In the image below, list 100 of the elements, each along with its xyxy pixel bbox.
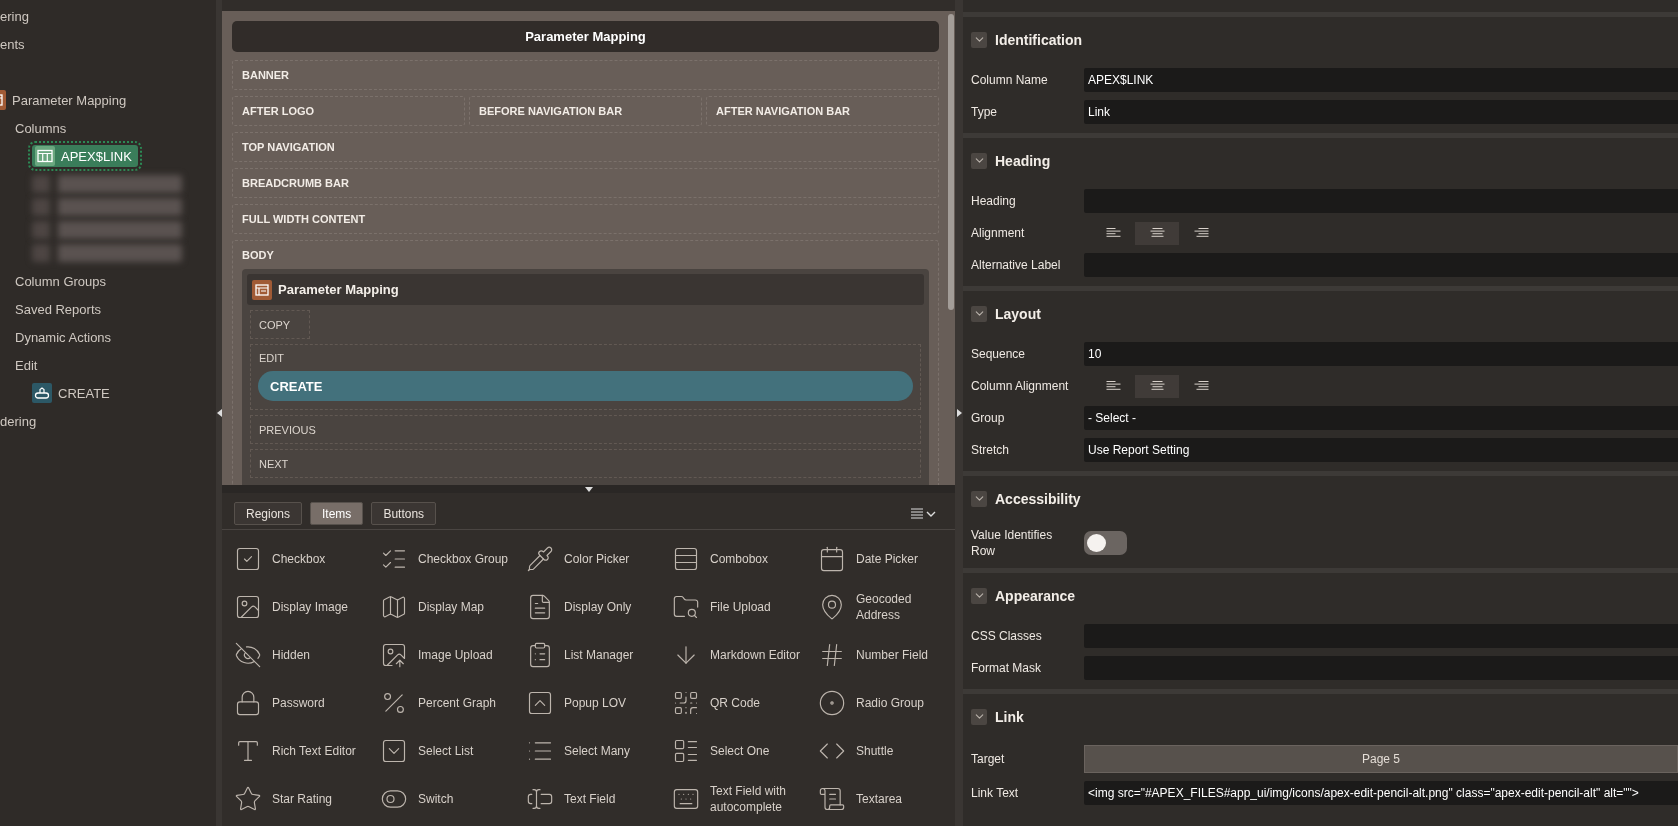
item-type-label[interactable]: Select Many <box>564 743 631 759</box>
item-type-label[interactable]: Popup LOV <box>564 695 627 711</box>
collapse-chevron-icon[interactable] <box>971 490 987 507</box>
item-type-label[interactable]: Geocoded Address <box>856 591 948 623</box>
button-position[interactable]: PREVIOUS <box>250 415 921 444</box>
align-left-icon <box>1105 228 1121 238</box>
lock-icon[interactable] <box>234 689 262 717</box>
map-icon[interactable] <box>380 593 408 621</box>
property-field[interactable]: - Select - <box>1084 406 1678 430</box>
region-card[interactable]: Parameter Mapping COPY EDIT CREATE PREVIOUS NEXT <box>242 269 929 485</box>
item-type-label[interactable]: Checkbox Group <box>418 551 509 567</box>
checkbox-icon[interactable] <box>234 545 262 573</box>
gallery-tab[interactable]: Buttons <box>371 502 437 525</box>
property-field[interactable]: Use Report Setting <box>1084 438 1678 462</box>
item-type-label[interactable]: File Upload <box>710 599 771 615</box>
item-type-label[interactable]: Display Image <box>272 599 349 615</box>
item-type-label[interactable]: Number Field <box>856 647 929 663</box>
item-type-label[interactable]: Textarea <box>856 791 903 807</box>
tree-node[interactable]: Edit <box>15 354 38 376</box>
tree-node[interactable]: dering <box>0 410 37 432</box>
item-type-label[interactable]: Select List <box>418 743 474 759</box>
property-field[interactable]: 10 <box>1084 342 1678 366</box>
item-type-label[interactable]: Select One <box>710 743 770 759</box>
body-position[interactable]: BODY Parameter Mapping COPY EDIT CREATE PREVIOUS NEXT <box>232 240 939 485</box>
alignment-option[interactable] <box>1135 221 1179 245</box>
chevron-down-box-icon[interactable] <box>380 737 408 765</box>
link-target-button[interactable]: Page 5 <box>1084 745 1678 773</box>
folder-search-icon[interactable] <box>672 593 700 621</box>
chevron-up-box-icon[interactable] <box>526 689 554 717</box>
calendar-icon[interactable] <box>818 545 846 573</box>
layout-list-icon[interactable] <box>672 737 700 765</box>
gallery-tab[interactable]: Regions <box>234 502 303 525</box>
property-field[interactable]: <img src="#APEX_FILES#app_ui/img/icons/apex-edit-pencil-alt.png" class="apex-edit-pencil-alt" alt=""> <box>1084 781 1678 805</box>
item-type-label[interactable]: Switch <box>418 791 454 807</box>
section-title: Link <box>995 708 1024 725</box>
position-label: EDIT <box>259 351 286 366</box>
qr-code-icon[interactable] <box>672 689 700 717</box>
layout-position[interactable]: BREADCRUMB BAR <box>232 168 939 198</box>
tree-node[interactable]: Saved Reports <box>15 298 101 320</box>
tree-node[interactable]: ering <box>0 5 29 27</box>
create-button[interactable]: CREATE <box>258 371 913 401</box>
image-upload-icon[interactable] <box>380 641 408 669</box>
item-type-label[interactable]: Shuttle <box>856 743 894 759</box>
property-field[interactable]: APEX$LINK <box>1084 68 1678 92</box>
item-type-label[interactable]: Text Field <box>564 791 616 807</box>
star-icon[interactable] <box>234 785 262 813</box>
layout-position[interactable]: TOP NAVIGATION <box>232 132 939 162</box>
gallery-tab[interactable]: Items <box>310 502 364 525</box>
item-type-label[interactable]: Markdown Editor <box>710 647 801 663</box>
collapse-chevron-icon[interactable] <box>971 708 987 725</box>
button-position[interactable]: COPY <box>250 310 310 339</box>
item-type-label[interactable]: Radio Group <box>856 695 925 711</box>
item-type-label[interactable]: Text Field with autocomplete <box>710 783 802 815</box>
item-type-label[interactable]: Star Rating <box>272 791 333 807</box>
section-title: Layout <box>995 305 1041 322</box>
property-field[interactable]: Link <box>1084 100 1678 124</box>
item-type-label[interactable]: Rich Text Editor <box>272 743 356 759</box>
button-position[interactable]: NEXT <box>250 449 921 478</box>
property-label: Heading <box>970 193 1017 209</box>
collapse-chevron-icon[interactable] <box>971 587 987 604</box>
item-type-label[interactable]: Percent Graph <box>418 695 497 711</box>
item-type-label[interactable]: Date Picker <box>856 551 919 567</box>
item-type-label[interactable]: QR Code <box>710 695 761 711</box>
collapse-chevron-icon[interactable] <box>971 31 987 48</box>
layout-position[interactable]: BANNER <box>232 60 939 90</box>
pipette-icon[interactable] <box>526 545 554 573</box>
image-icon[interactable] <box>234 593 262 621</box>
scrollbar-thumb[interactable] <box>948 14 954 310</box>
scroll-text-icon[interactable] <box>818 785 846 813</box>
tree-node[interactable]: Dynamic Actions <box>15 326 112 348</box>
radio-icon[interactable] <box>818 689 846 717</box>
layout-position[interactable]: AFTER LOGO <box>232 96 465 126</box>
tree-node[interactable]: Column Groups <box>15 270 107 292</box>
section-title: Appearance <box>995 587 1076 604</box>
layout-position[interactable]: AFTER NAVIGATION BAR <box>706 96 939 126</box>
tree-node[interactable]: Columns <box>15 117 67 139</box>
tree-node[interactable]: ents <box>0 33 25 55</box>
property-label: Stretch <box>970 442 1010 458</box>
property-label: Format Mask <box>970 660 1042 676</box>
item-type-label[interactable]: Display Map <box>418 599 485 615</box>
item-type-label[interactable]: Checkbox <box>272 551 326 567</box>
item-type-label[interactable]: Image Upload <box>418 647 493 663</box>
item-type-label[interactable]: Display Only <box>564 599 632 615</box>
item-type-label[interactable]: Combobox <box>710 551 769 567</box>
rows-icon[interactable] <box>672 545 700 573</box>
view-menu-icon[interactable] <box>911 507 937 520</box>
collapse-chevron-icon[interactable] <box>971 305 987 322</box>
item-type-label[interactable]: Color Picker <box>564 551 630 567</box>
layout-position[interactable]: BEFORE NAVIGATION BAR <box>469 96 702 126</box>
button-position[interactable]: EDIT CREATE <box>250 344 921 410</box>
item-type-label[interactable]: Password <box>272 695 325 711</box>
item-type-label[interactable]: Hidden <box>272 647 311 663</box>
tree-node[interactable]: Parameter Mapping <box>0 89 127 111</box>
collapse-chevron-icon[interactable] <box>971 152 987 169</box>
alignment-option[interactable] <box>1135 374 1179 398</box>
item-type-label[interactable]: List Manager <box>564 647 634 663</box>
toggle-switch[interactable] <box>1084 531 1127 555</box>
eye-off-icon[interactable] <box>234 641 262 669</box>
tree-node[interactable]: CREATE <box>32 382 110 404</box>
layout-position[interactable]: FULL WIDTH CONTENT <box>232 204 939 234</box>
